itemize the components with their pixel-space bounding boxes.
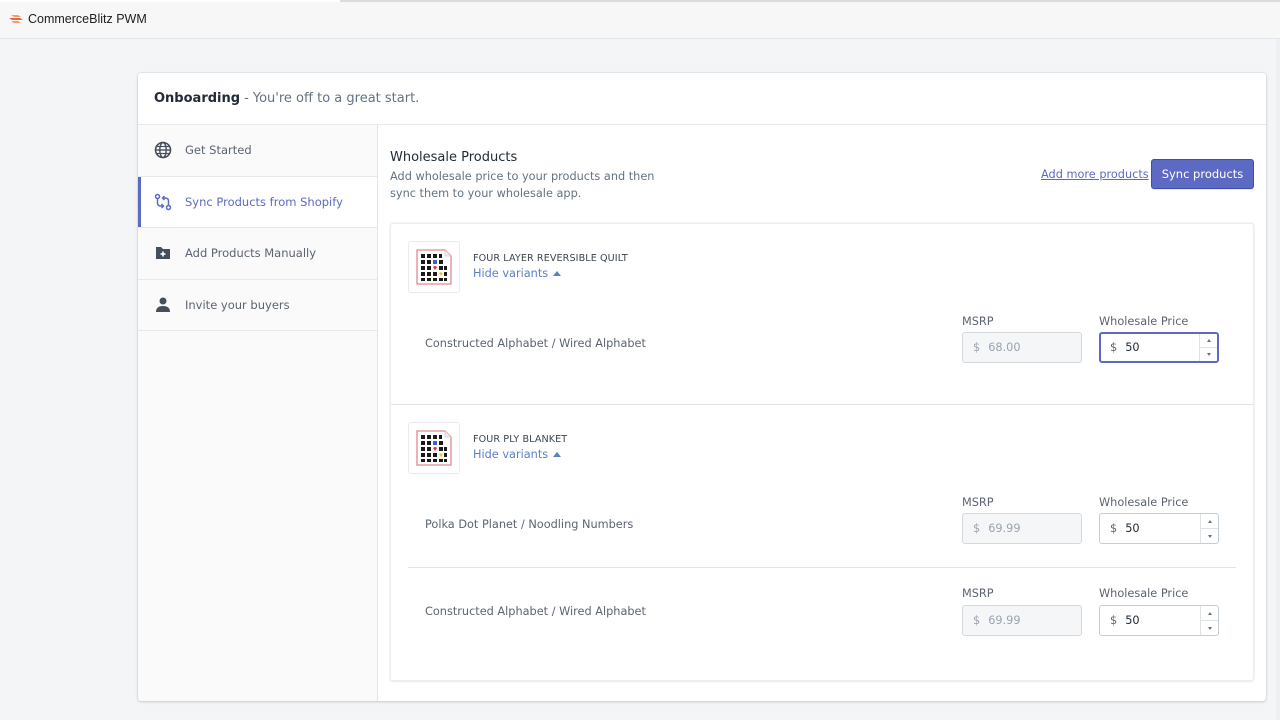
wholesale-price-input[interactable] <box>1125 614 1186 627</box>
wholesale-price-label: Wholesale Price <box>1099 496 1189 509</box>
caret-down-icon <box>1206 353 1211 356</box>
hide-variants-toggle[interactable]: Hide variants <box>473 267 562 280</box>
person-icon <box>154 296 172 314</box>
tab-strip-border <box>340 0 1280 2</box>
wholesale-price-label: Wholesale Price <box>1099 315 1189 328</box>
currency-symbol: $ <box>1110 522 1118 535</box>
caret-up-icon <box>553 452 562 457</box>
sidebar-item-add-manually[interactable]: Add Products Manually <box>138 228 377 280</box>
msrp-value: 69.99 <box>988 522 1021 535</box>
hide-variants-label: Hide variants <box>473 448 549 461</box>
caret-down-icon <box>1207 534 1212 538</box>
page-scrollbar-track[interactable] <box>1276 39 1280 720</box>
onboarding-sidebar: Get Started Sync Products from Shopify A… <box>138 125 378 701</box>
product-name: FOUR LAYER REVERSIBLE QUILT <box>473 253 628 264</box>
currency-symbol: $ <box>1110 614 1118 627</box>
decrement-button[interactable] <box>1201 621 1218 635</box>
variant-row: Constructed Alphabet / Wired Alphabet MS… <box>408 567 1236 662</box>
caret-up-icon <box>1207 519 1212 523</box>
variant-name: Constructed Alphabet / Wired Alphabet <box>425 337 646 350</box>
currency-symbol: $ <box>973 614 981 627</box>
sidebar-item-label: Sync Products from Shopify <box>185 194 343 209</box>
price-stepper <box>1200 514 1218 543</box>
increment-button[interactable] <box>1200 334 1217 348</box>
wholesale-price-field[interactable]: $ <box>1099 513 1219 544</box>
app-title[interactable]: CommerceBlitz PWM <box>9 12 147 26</box>
page-subtitle: - You're off to a great start. <box>244 91 420 106</box>
product-thumbnail <box>408 422 460 474</box>
msrp-label: MSRP <box>962 496 994 509</box>
globe-icon <box>154 141 172 159</box>
card-header: Onboarding - You're off to a great start… <box>138 73 1266 125</box>
msrp-label: MSRP <box>962 587 994 600</box>
msrp-field: $ 69.99 <box>962 605 1082 636</box>
decrement-button[interactable] <box>1201 529 1218 543</box>
sidebar-item-label: Get Started <box>185 143 252 158</box>
page-title: Onboarding <box>154 91 241 106</box>
caret-up-icon <box>553 271 562 276</box>
wholesale-price-field[interactable]: $ <box>1099 332 1219 363</box>
caret-up-icon <box>1206 339 1211 342</box>
increment-button[interactable] <box>1201 514 1218 529</box>
sidebar-item-invite-buyers[interactable]: Invite your buyers <box>138 280 377 331</box>
product-card: FOUR PLY BLANKET Hide variants Polka Dot… <box>391 405 1253 682</box>
wholesale-price-field[interactable]: $ <box>1099 605 1219 636</box>
hide-variants-toggle[interactable]: Hide variants <box>473 448 562 461</box>
variant-row: Constructed Alphabet / Wired Alphabet MS… <box>408 310 1236 405</box>
quilt-image-icon <box>416 249 452 285</box>
blanket-image-icon <box>416 430 452 466</box>
main-content: Wholesale Products Add wholesale price t… <box>378 125 1266 701</box>
caret-down-icon <box>1207 626 1212 630</box>
increment-button[interactable] <box>1201 606 1218 621</box>
msrp-value: 69.99 <box>988 614 1021 627</box>
msrp-label: MSRP <box>962 315 994 328</box>
currency-symbol: $ <box>973 341 981 354</box>
product-name: FOUR PLY BLANKET <box>473 434 568 445</box>
price-stepper <box>1199 334 1217 361</box>
wholesale-price-input[interactable] <box>1125 522 1186 535</box>
sidebar-item-label: Invite your buyers <box>185 297 290 312</box>
wholesale-price-label: Wholesale Price <box>1099 587 1189 600</box>
app-title-text: CommerceBlitz PWM <box>28 12 147 26</box>
sync-icon <box>154 193 172 211</box>
msrp-value: 68.00 <box>988 341 1021 354</box>
decrement-button[interactable] <box>1200 348 1217 361</box>
currency-symbol: $ <box>973 522 981 535</box>
wholesale-price-input[interactable] <box>1125 341 1186 354</box>
onboarding-card: Onboarding - You're off to a great start… <box>138 73 1266 701</box>
browser-tab-bar: CommerceBlitz PWM <box>0 0 1280 39</box>
sidebar-item-get-started[interactable]: Get Started <box>138 125 377 177</box>
variant-name: Polka Dot Planet / Noodling Numbers <box>425 518 634 531</box>
msrp-field: $ 69.99 <box>962 513 1082 544</box>
sync-products-button[interactable]: Sync products <box>1151 159 1254 189</box>
product-card: FOUR LAYER REVERSIBLE QUILT Hide variant… <box>391 224 1253 405</box>
section-title: Wholesale Products <box>390 150 518 165</box>
sidebar-item-label: Add Products Manually <box>185 246 317 261</box>
variant-name: Constructed Alphabet / Wired Alphabet <box>425 605 646 618</box>
section-description: Add wholesale price to your products and… <box>390 170 655 200</box>
price-stepper <box>1200 606 1218 635</box>
caret-up-icon <box>1207 611 1212 615</box>
currency-symbol: $ <box>1110 341 1118 354</box>
hide-variants-label: Hide variants <box>473 267 549 280</box>
commerceblitz-logo-icon <box>9 15 23 23</box>
sidebar-item-sync-products[interactable]: Sync Products from Shopify <box>138 176 377 228</box>
products-list: FOUR LAYER REVERSIBLE QUILT Hide variant… <box>390 223 1254 681</box>
msrp-field: $ 68.00 <box>962 332 1082 363</box>
tab-indicator <box>0 0 340 2</box>
product-thumbnail <box>408 241 460 293</box>
add-more-products-link[interactable]: Add more products <box>1041 168 1149 181</box>
folder-add-icon <box>154 244 172 262</box>
